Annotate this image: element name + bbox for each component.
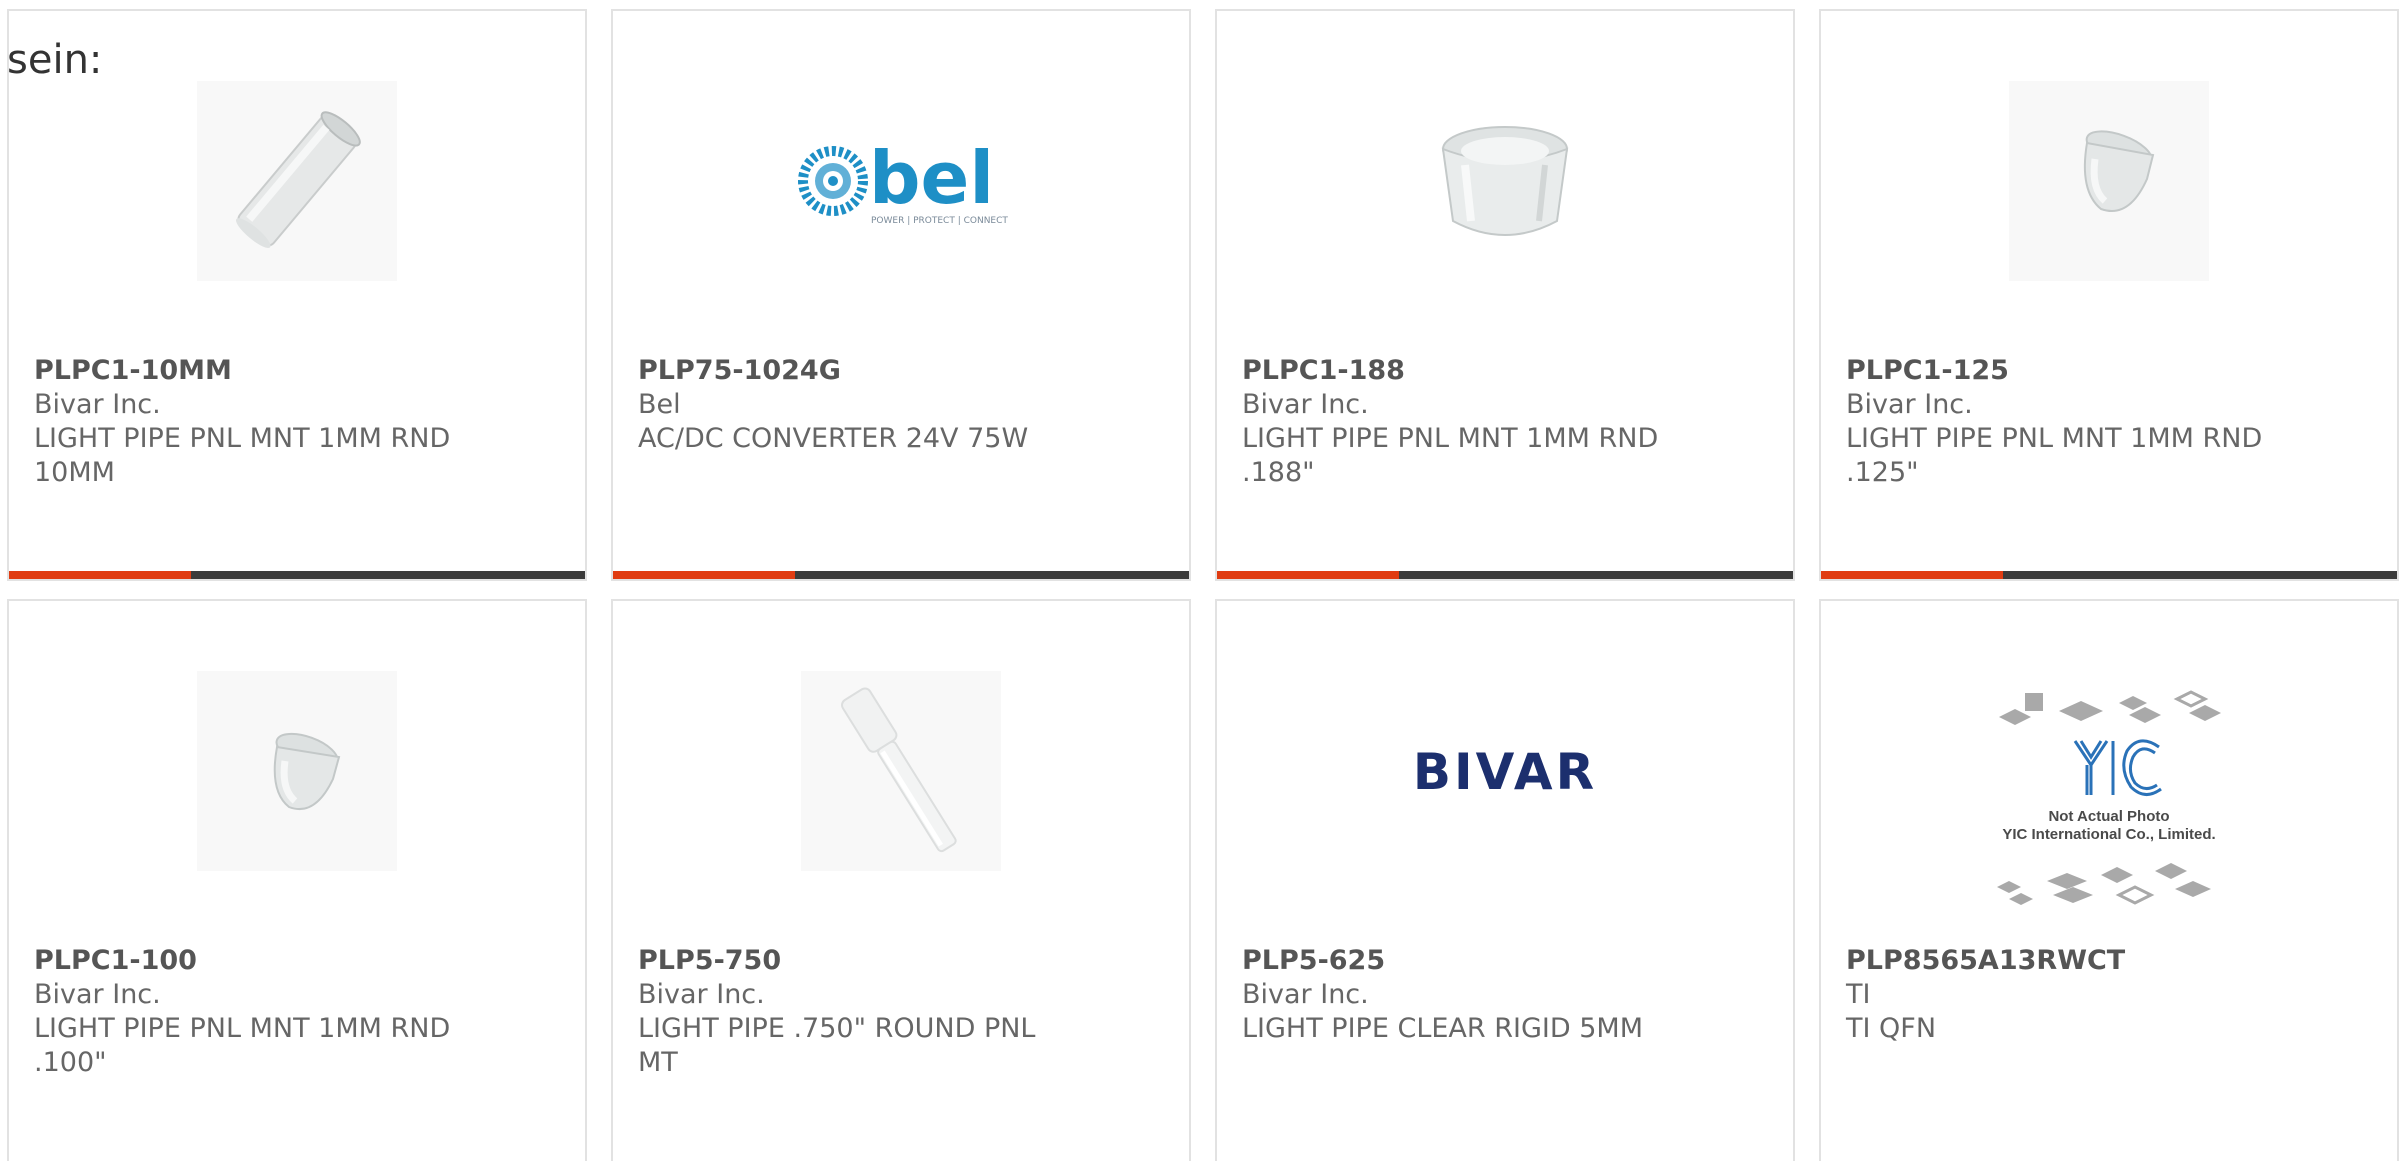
product-image[interactable]: bel POWER | PROTECT | CONNECT	[613, 81, 1189, 281]
part-number[interactable]: PLP5-750	[638, 944, 1059, 978]
card-bar	[1821, 571, 2397, 579]
card-bar-accent	[613, 571, 795, 579]
manufacturer: TI	[1846, 979, 1871, 1010]
product-info: PLP8565A13RWCT TI TI QFN	[1846, 944, 2267, 1046]
product-card[interactable]: PLPC1-10MM Bivar Inc. LIGHT PIPE PNL MNT…	[7, 9, 587, 581]
product-card[interactable]: PLP5-750 Bivar Inc. LIGHT PIPE .750" ROU…	[611, 599, 1191, 1161]
part-number[interactable]: PLP5-625	[1242, 944, 1663, 978]
bel-logo: bel POWER | PROTECT | CONNECT	[798, 136, 1008, 226]
product-card[interactable]: PLPC1-125 Bivar Inc. LIGHT PIPE PNL MNT …	[1819, 9, 2399, 581]
product-info: PLPC1-100 Bivar Inc. LIGHT PIPE PNL MNT …	[34, 944, 455, 1080]
card-bar-accent	[9, 571, 191, 579]
product-image[interactable]	[1217, 81, 1793, 281]
yic-line2: YIC International Co., Limited.	[2002, 826, 2215, 843]
manufacturer: Bivar Inc.	[34, 979, 161, 1010]
part-number[interactable]: PLPC1-100	[34, 944, 455, 978]
manufacturer: Bivar Inc.	[1242, 389, 1369, 420]
light-pipe-long-icon	[197, 81, 397, 281]
part-number[interactable]: PLPC1-10MM	[34, 354, 455, 388]
yic-line1: Not Actual Photo	[2048, 808, 2169, 825]
product-info: PLP5-625 Bivar Inc. LIGHT PIPE CLEAR RIG…	[1242, 944, 1663, 1046]
product-info: PLP75-1024G Bel AC/DC CONVERTER 24V 75W	[638, 354, 1059, 456]
part-number[interactable]: PLP75-1024G	[638, 354, 1059, 388]
product-grid: PLPC1-10MM Bivar Inc. LIGHT PIPE PNL MNT…	[7, 9, 2399, 1161]
light-pipe-rod-icon	[801, 671, 1001, 871]
part-number[interactable]: PLPC1-188	[1242, 354, 1663, 388]
page: sein: PLPC1-10MM Bivar Inc. LIGHT PIPE P…	[0, 0, 2400, 1161]
product-image[interactable]	[613, 671, 1189, 871]
manufacturer: Bivar Inc.	[1846, 389, 1973, 420]
manufacturer: Bel	[638, 389, 681, 420]
product-info: PLPC1-10MM Bivar Inc. LIGHT PIPE PNL MNT…	[34, 354, 455, 490]
light-pipe-small-icon	[2009, 81, 2209, 281]
description: LIGHT PIPE PNL MNT 1MM RND 10MM	[34, 423, 451, 488]
description: LIGHT PIPE PNL MNT 1MM RND .125"	[1846, 423, 2263, 488]
description: LIGHT PIPE .750" ROUND PNL MT	[638, 1013, 1036, 1078]
description: AC/DC CONVERTER 24V 75W	[638, 423, 1029, 454]
light-pipe-wide-icon	[1405, 81, 1605, 281]
card-bar	[9, 571, 585, 579]
product-card[interactable]: PLPC1-100 Bivar Inc. LIGHT PIPE PNL MNT …	[7, 599, 587, 1161]
manufacturer: Bivar Inc.	[34, 389, 161, 420]
card-bar-accent	[1217, 571, 1399, 579]
bel-logo-text: bel	[869, 136, 994, 220]
yic-placeholder: Not Actual Photo YIC International Co., …	[1997, 690, 2221, 905]
bivar-logo: BIVAR	[1413, 743, 1597, 801]
bel-logo-tagline: POWER | PROTECT | CONNECT	[871, 216, 1008, 226]
product-image[interactable]	[9, 671, 585, 871]
product-info: PLPC1-188 Bivar Inc. LIGHT PIPE PNL MNT …	[1242, 354, 1663, 490]
product-card[interactable]: bel POWER | PROTECT | CONNECT PLP75-1024…	[611, 9, 1191, 581]
product-info: PLP5-750 Bivar Inc. LIGHT PIPE .750" ROU…	[638, 944, 1059, 1080]
product-image[interactable]: Not Actual Photo YIC International Co., …	[1821, 681, 2397, 921]
product-image[interactable]	[1821, 81, 2397, 281]
part-number[interactable]: PLPC1-125	[1846, 354, 2267, 388]
product-card[interactable]: BIVAR PLP5-625 Bivar Inc. LIGHT PIPE CLE…	[1215, 599, 1795, 1161]
product-card[interactable]: Not Actual Photo YIC International Co., …	[1819, 599, 2399, 1161]
description: LIGHT PIPE PNL MNT 1MM RND .100"	[34, 1013, 451, 1078]
intro-text: sein:	[7, 37, 103, 83]
description: LIGHT PIPE CLEAR RIGID 5MM	[1242, 1013, 1643, 1044]
card-bar	[613, 571, 1189, 579]
part-number[interactable]: PLP8565A13RWCT	[1846, 944, 2267, 978]
card-bar	[1217, 571, 1793, 579]
description: TI QFN	[1846, 1013, 1937, 1044]
product-image[interactable]	[9, 81, 585, 281]
card-bar-accent	[1821, 571, 2003, 579]
product-info: PLPC1-125 Bivar Inc. LIGHT PIPE PNL MNT …	[1846, 354, 2267, 490]
product-image[interactable]: BIVAR	[1217, 671, 1793, 871]
manufacturer: Bivar Inc.	[1242, 979, 1369, 1010]
product-card[interactable]: PLPC1-188 Bivar Inc. LIGHT PIPE PNL MNT …	[1215, 9, 1795, 581]
description: LIGHT PIPE PNL MNT 1MM RND .188"	[1242, 423, 1659, 488]
manufacturer: Bivar Inc.	[638, 979, 765, 1010]
light-pipe-small-icon	[197, 671, 397, 871]
bivar-logo-text: BIVAR	[1413, 743, 1597, 801]
